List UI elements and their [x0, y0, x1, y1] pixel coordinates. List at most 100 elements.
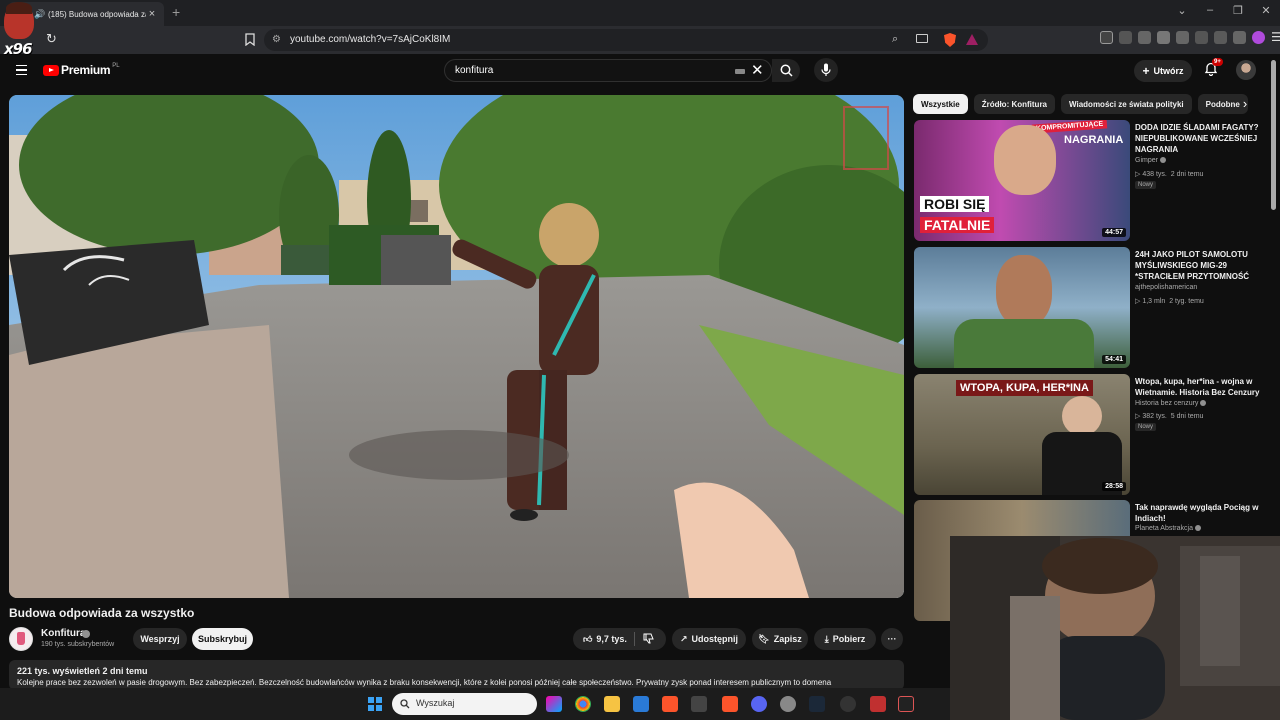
subscribe-button[interactable]: Subskrybuj — [192, 628, 253, 650]
thumbnail-caption: WTOPA, KUPA, HER*INA — [956, 380, 1093, 396]
video-duration: 54:41 — [1102, 355, 1126, 364]
channel-name[interactable]: Konfitura — [41, 628, 85, 639]
profile-icon[interactable] — [1252, 31, 1265, 44]
thumbs-up-icon: 👍︎ — [583, 633, 593, 644]
window-controls: ⌄ – ❐ ✕ — [1168, 4, 1280, 17]
new-tab-button[interactable]: + — [172, 4, 180, 20]
recommendation-thumbnail[interactable]: KOMPROMITUJĄCE NAGRANIA ROBI SIĘ FATALNI… — [914, 120, 1130, 241]
clear-search-icon[interactable]: ✕ — [751, 62, 764, 79]
recommendation-channel[interactable]: ajthepolishamerican — [1135, 284, 1197, 291]
menu-icon[interactable]: ☰ — [1271, 31, 1280, 44]
chevron-right-icon[interactable]: › — [1238, 96, 1252, 112]
site-settings-icon[interactable]: ⚙ — [272, 34, 281, 45]
bookmark-icon[interactable] — [244, 33, 256, 46]
puzzle-icon[interactable] — [1119, 31, 1132, 44]
view-count: 438 tys. — [1142, 171, 1167, 178]
share-icon: ↗ — [679, 633, 688, 644]
download-button[interactable]: ⤓ Pobierz — [814, 628, 876, 650]
share-button[interactable]: ↗ Udostępnij — [672, 628, 746, 650]
voice-search-button[interactable] — [814, 58, 838, 82]
recommendation-channel[interactable]: Gimper — [1135, 157, 1166, 164]
save-button[interactable]: 🔖︎ Zapisz — [752, 628, 808, 650]
music-icon[interactable] — [1138, 31, 1151, 44]
views-and-date: 221 tys. wyświetleń 2 dni temu — [17, 666, 148, 676]
page-scrollbar[interactable] — [1271, 60, 1276, 210]
address-bar[interactable]: ⚙ youtube.com/watch?v=7sAjCoKl8IM ⌕ — [264, 29, 988, 51]
restore-icon[interactable]: ❐ — [1224, 4, 1252, 17]
view-count: 382 tys. — [1142, 413, 1167, 420]
brave-icon[interactable] — [662, 696, 678, 712]
discord-icon[interactable] — [751, 696, 767, 712]
taskbar-search[interactable]: Wyszukaj — [392, 693, 537, 715]
reload-icon[interactable]: ↻ — [46, 32, 60, 46]
store-icon[interactable] — [633, 696, 649, 712]
recommendation-title[interactable]: DODA IDZIE ŚLADAMI FAGATY? NIEPUBLIKOWAN… — [1135, 122, 1267, 155]
tab-title: (185) Budowa odpowiada za wszystko — [48, 9, 146, 19]
recommendation-title[interactable]: Wtopa, kupa, her*ina - wojna w Wietnamie… — [1135, 376, 1267, 398]
recommendation-channel[interactable]: Planeta Abstrakcja — [1135, 525, 1201, 532]
brave-shields-icon[interactable] — [944, 33, 956, 47]
chip-politics[interactable]: Wiadomości ze świata polityki — [1061, 94, 1192, 114]
recommendation-title[interactable]: 24H JAKO PILOT SAMOLOTU MYŚLIWSKIEGO MIG… — [1135, 249, 1267, 282]
cast-icon[interactable] — [916, 34, 928, 43]
recommendation-thumbnail[interactable]: 54:41 — [914, 247, 1130, 368]
app-icon-2[interactable] — [870, 696, 886, 712]
window-close-icon[interactable]: ✕ — [1252, 4, 1280, 17]
wallet-icon[interactable] — [1195, 31, 1208, 44]
recommendation-thumbnail[interactable]: WTOPA, KUPA, HER*INA 28:58 — [914, 374, 1130, 495]
upload-age: 5 dni temu — [1170, 413, 1204, 420]
youtube-play-icon — [43, 64, 59, 76]
copilot-icon[interactable] — [546, 696, 562, 712]
recommendation-stats: ▷ 438 tys. 2 dni temu — [1135, 170, 1203, 178]
extension-icon[interactable] — [1100, 31, 1113, 44]
recommendation-channel[interactable]: Historia bez cenzury — [1135, 400, 1207, 407]
app-icon-3[interactable] — [898, 696, 914, 712]
create-button[interactable]: + Utwórz — [1134, 60, 1192, 82]
video-duration: 28:58 — [1102, 482, 1126, 491]
brave-rewards-icon[interactable] — [966, 34, 978, 45]
brave-active-icon[interactable] — [722, 696, 738, 712]
browser-tabbar: 🔊 (185) Budowa odpowiada za wszystko × +… — [0, 0, 1280, 26]
sidebar-icon[interactable] — [1176, 31, 1189, 44]
obs-icon[interactable] — [840, 696, 856, 712]
settings-icon[interactable] — [780, 696, 796, 712]
search-input[interactable]: konfitura ✕ — [444, 59, 772, 82]
webcam-frame — [950, 536, 1280, 720]
like-count: 9,7 tys. — [596, 634, 627, 644]
chip-all[interactable]: Wszystkie — [913, 94, 968, 114]
more-actions-button[interactable]: ··· — [881, 628, 903, 650]
notification-badge: 9+ — [1212, 58, 1223, 66]
browser-toolbar: ↻ ⚙ youtube.com/watch?v=7sAjCoKl8IM ⌕ ☰ — [0, 26, 1280, 54]
windows-start-icon[interactable] — [368, 697, 382, 711]
upload-age: 2 dni temu — [1170, 171, 1204, 178]
like-button[interactable]: 👍︎ 9,7 tys. — [573, 628, 666, 650]
leo-icon[interactable] — [1214, 31, 1227, 44]
video-title: Budowa odpowiada za wszystko — [9, 606, 195, 620]
url-text: youtube.com/watch?v=7sAjCoKl8IM — [290, 34, 451, 45]
app-icon[interactable] — [691, 696, 707, 712]
support-button[interactable]: Wesprzyj — [133, 628, 187, 650]
minimize-icon[interactable]: – — [1196, 4, 1224, 17]
recommendation-title[interactable]: Tak naprawdę wygląda Pociąg w Indiach! — [1135, 502, 1267, 524]
vpn-icon[interactable] — [1233, 31, 1246, 44]
new-badge: Nowy — [1135, 423, 1157, 431]
file-explorer-icon[interactable] — [604, 696, 620, 712]
user-avatar[interactable] — [1236, 60, 1256, 80]
steam-icon[interactable] — [809, 696, 825, 712]
filter-chips: Wszystkie Źródło: Konfitura Wiadomości z… — [913, 94, 1253, 114]
chrome-icon[interactable] — [575, 696, 591, 712]
search-button[interactable] — [772, 59, 800, 82]
tab-close-icon[interactable]: × — [146, 8, 158, 20]
verified-icon — [1200, 400, 1207, 407]
tab-search-icon[interactable]: ⌄ — [1168, 4, 1196, 17]
zoom-icon[interactable]: ⌕ — [892, 33, 898, 46]
keyboard-icon[interactable] — [735, 69, 745, 74]
description-box[interactable]: 221 tys. wyświetleń 2 dni temu Kolejne p… — [9, 660, 904, 690]
channel-avatar[interactable] — [9, 627, 33, 651]
video-player[interactable] — [9, 95, 904, 598]
youtube-logo[interactable]: Premium PL — [43, 63, 120, 77]
chip-source[interactable]: Źródło: Konfitura — [973, 94, 1056, 114]
list-icon[interactable] — [1157, 31, 1170, 44]
hamburger-menu-icon[interactable] — [16, 65, 27, 75]
thumbs-down-icon[interactable] — [643, 633, 654, 644]
